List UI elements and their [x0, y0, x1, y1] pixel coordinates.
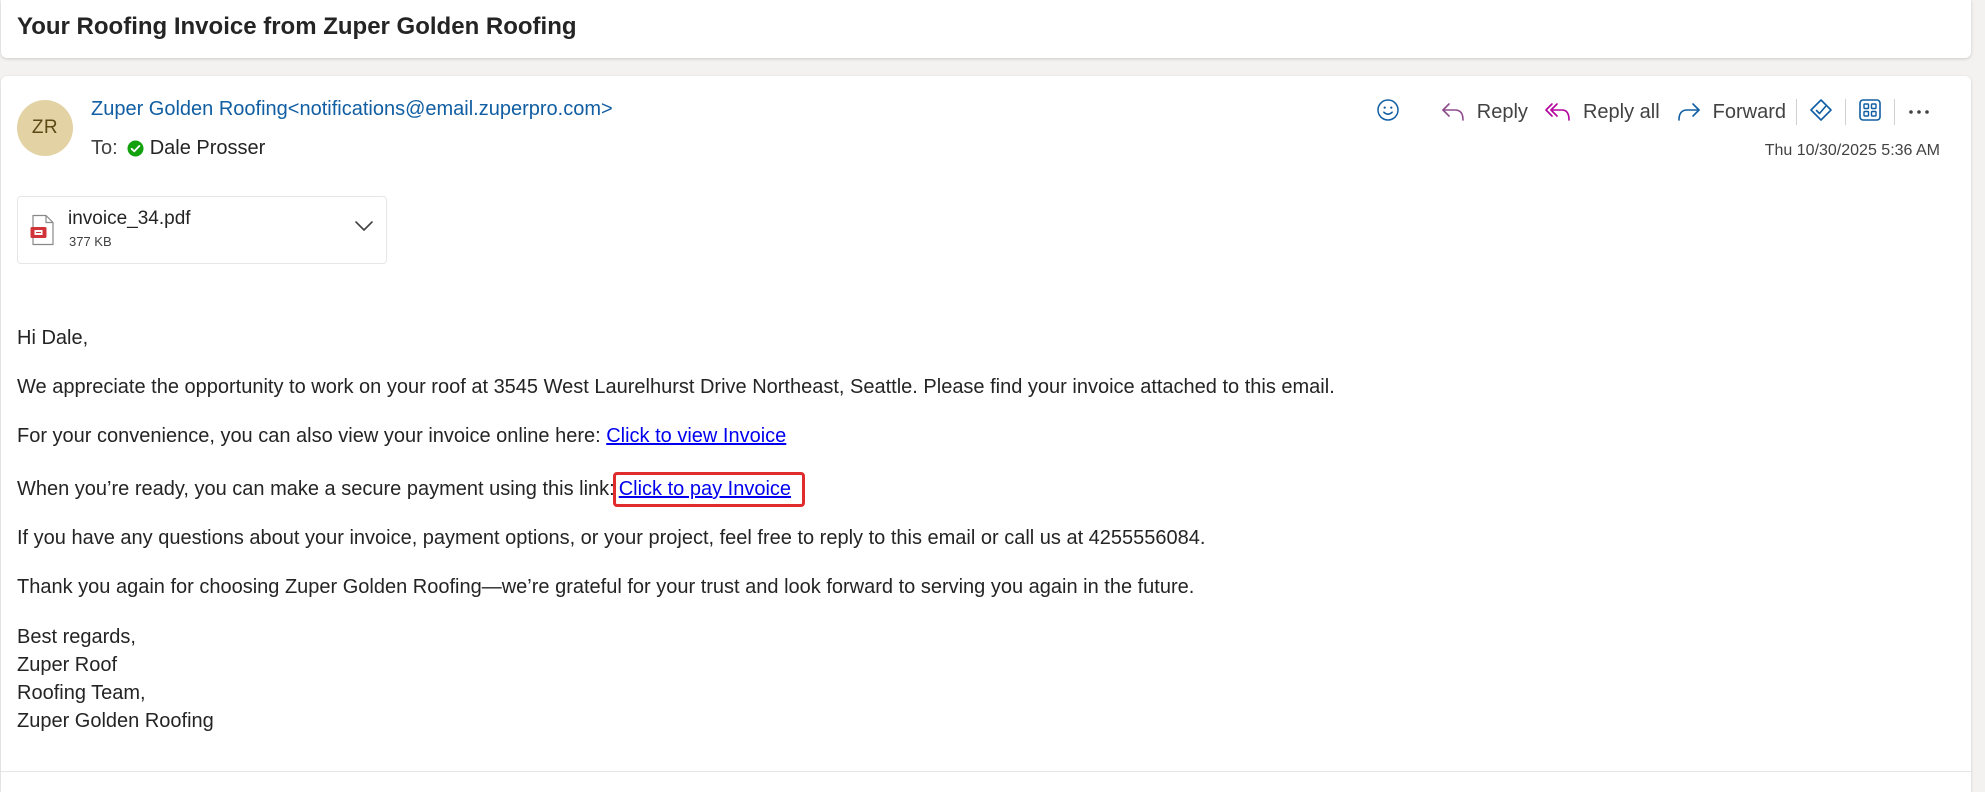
sender-name[interactable]: Zuper Golden Roofing<notifications@email…: [91, 98, 613, 121]
forward-label: Forward: [1712, 100, 1786, 123]
body-paragraph: When you’re ready, you can make a secure…: [17, 472, 1917, 507]
greeting: Hi Dale,: [17, 327, 89, 349]
paragraph-text: When you’re ready, you can make a secure…: [17, 478, 615, 500]
body-paragraph: If you have any questions about your inv…: [17, 527, 1206, 549]
email-body: Hi Dale, We appreciate the opportunity t…: [17, 325, 1917, 735]
message-pane: ZR Zuper Golden Roofing<notifications@em…: [1, 76, 1971, 792]
divider: [1, 771, 1971, 772]
more-actions-button[interactable]: [1901, 94, 1937, 130]
reply-button[interactable]: Reply: [1436, 94, 1532, 130]
emoji-icon: [1376, 98, 1400, 127]
body-paragraph: We appreciate the opportunity to work on…: [17, 376, 1335, 398]
pdf-icon: [30, 214, 56, 251]
signature-line: Zuper Golden Roofing: [17, 710, 214, 732]
body-paragraph: For your convenience, you can also view …: [17, 423, 1917, 450]
avatar[interactable]: ZR: [17, 100, 73, 156]
attachment-size: 377 KB: [69, 234, 112, 249]
to-label: To:: [91, 137, 118, 159]
emoji-reaction-button[interactable]: [1370, 94, 1406, 130]
pay-invoice-highlight: Click to pay Invoice: [612, 472, 806, 507]
email-subject: Your Roofing Invoice from Zuper Golden R…: [17, 13, 577, 40]
paragraph-text: For your convenience, you can also view …: [17, 425, 607, 447]
reply-icon: [1440, 101, 1466, 123]
reply-all-icon: [1544, 101, 1572, 123]
toolbar-divider: [1796, 99, 1797, 125]
scrollbar[interactable]: [1973, 58, 1985, 792]
forward-button[interactable]: Forward: [1672, 94, 1790, 130]
message-actions-toolbar: Reply Reply all Forward: [1370, 94, 1937, 130]
attachment-card[interactable]: invoice_34.pdf 377 KB: [17, 196, 387, 264]
body-paragraph: Thank you again for choosing Zuper Golde…: [17, 576, 1195, 598]
to-line: To: Dale Prosser: [91, 137, 265, 160]
toolbar-divider: [1845, 99, 1846, 125]
reply-all-label: Reply all: [1582, 100, 1660, 123]
check-circle-icon: [127, 140, 144, 157]
apps-icon: [1858, 98, 1882, 127]
forward-icon: [1676, 101, 1702, 123]
view-invoice-link[interactable]: Click to view Invoice: [606, 425, 786, 447]
apps-button[interactable]: [1852, 94, 1888, 130]
reply-all-button[interactable]: Reply all: [1540, 94, 1664, 130]
attachment-name: invoice_34.pdf: [68, 208, 191, 229]
sent-date: Thu 10/30/2025 5:36 AM: [1764, 142, 1940, 159]
signature: Best regards, Zuper Roof Roofing Team, Z…: [17, 623, 1917, 735]
signature-line: Zuper Roof: [17, 654, 118, 676]
signature-line: Roofing Team,: [17, 682, 146, 704]
signature-line: Best regards,: [17, 626, 136, 648]
more-icon: [1908, 103, 1930, 121]
reply-label: Reply: [1476, 100, 1528, 123]
chevron-down-icon[interactable]: [354, 219, 374, 237]
recipient-name[interactable]: Dale Prosser: [150, 137, 266, 160]
pay-invoice-link[interactable]: Click to pay Invoice: [619, 478, 791, 500]
immersive-reader-icon: [1808, 97, 1834, 128]
immersive-reader-button[interactable]: [1803, 94, 1839, 130]
toolbar-divider: [1894, 99, 1895, 125]
subject-header: Your Roofing Invoice from Zuper Golden R…: [1, 0, 1971, 58]
